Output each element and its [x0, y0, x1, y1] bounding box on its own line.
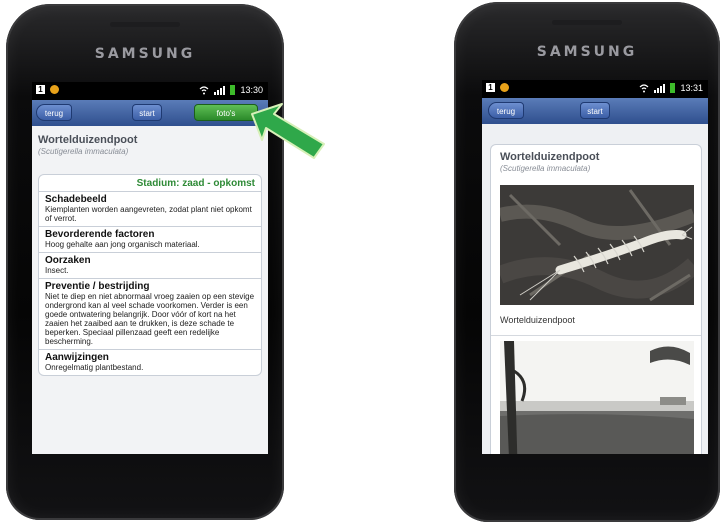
signal-icon: [654, 83, 666, 93]
toolbar: terug start: [482, 98, 708, 124]
species-title: Wortelduizendpoot: [38, 134, 138, 146]
back-button[interactable]: terug: [488, 102, 524, 119]
field-photo[interactable]: [500, 341, 694, 454]
clock: 13:30: [240, 85, 263, 95]
left-screen: 1 13:30 terug start foto's Wortelduizend…: [32, 82, 268, 454]
sim-icon: 1: [486, 83, 495, 92]
section-text: Niet te diep en niet abnormaal vroeg zaa…: [45, 292, 255, 346]
wifi-icon: [200, 85, 209, 94]
battery-icon: [230, 85, 236, 95]
status-bar: 1 13:30: [32, 82, 268, 100]
signal-icon: [214, 85, 226, 95]
section-text: Onregelmatig plantbestand.: [45, 363, 144, 372]
section-oorzaken: Oorzaken Insect.: [39, 252, 261, 278]
wifi-icon: [640, 83, 649, 92]
green-arrow-icon: [251, 103, 325, 159]
species-title: Wortelduizendpoot: [500, 151, 600, 163]
right-screen: 1 13:31 terug start Wortelduizendpoot (S…: [482, 80, 708, 454]
centipede-photo[interactable]: [500, 185, 694, 305]
photos-card: Wortelduizendpoot (Scutigerella immacula…: [490, 144, 702, 454]
brand-logo: SAMSUNG: [94, 46, 196, 62]
speaker-grille: [552, 20, 622, 25]
divider: [491, 335, 701, 336]
section-schadebeeld: Schadebeeld Kiemplanten worden aangevret…: [39, 191, 261, 226]
species-header: Wortelduizendpoot (Scutigerella immacula…: [38, 134, 137, 156]
section-text: Hoog gehalte aan jong organisch materiaa…: [45, 240, 200, 249]
toolbar: terug start foto's: [32, 100, 268, 126]
section-title: Aanwijzingen: [45, 352, 109, 363]
clock: 13:31: [680, 83, 703, 93]
detail-content: Wortelduizendpoot (Scutigerella immacula…: [32, 126, 268, 454]
species-latin-name: (Scutigerella immaculata): [500, 164, 591, 173]
battery-icon: [670, 83, 676, 93]
brand-logo: SAMSUNG: [536, 44, 638, 60]
section-title: Preventie / bestrijding: [45, 281, 150, 292]
stadium-label: Stadium: zaad - opkomst: [136, 178, 255, 189]
left-phone: SAMSUNG 1 13:30 terug start foto's Worte…: [6, 4, 284, 520]
start-button[interactable]: start: [580, 102, 610, 119]
photos-content: Wortelduizendpoot (Scutigerella immacula…: [482, 124, 708, 454]
section-aanwijzingen: Aanwijzingen Onregelmatig plantbestand.: [39, 349, 261, 375]
section-preventie: Preventie / bestrijding Niet te diep en …: [39, 278, 261, 349]
orange-notification-icon: [50, 85, 59, 94]
section-text: Kiemplanten worden aangevreten, zodat pl…: [45, 205, 252, 223]
section-title: Oorzaken: [45, 255, 91, 266]
right-phone: SAMSUNG 1 13:31 terug start Wortelduizen…: [454, 2, 720, 522]
photo-caption: Wortelduizendpoot: [500, 315, 575, 325]
section-title: Schadebeeld: [45, 194, 107, 205]
status-bar: 1 13:31: [482, 80, 708, 98]
orange-notification-icon: [500, 83, 509, 92]
info-card: Stadium: zaad - opkomst Schadebeeld Kiem…: [38, 174, 262, 376]
section-bevorderende-factoren: Bevorderende factoren Hoog gehalte aan j…: [39, 226, 261, 252]
section-title: Bevorderende factoren: [45, 229, 155, 240]
speaker-grille: [110, 22, 180, 27]
start-button[interactable]: start: [132, 104, 162, 121]
back-button[interactable]: terug: [36, 104, 72, 121]
species-latin-name: (Scutigerella immaculata): [38, 147, 129, 156]
sim-icon: 1: [36, 85, 45, 94]
section-text: Insect.: [45, 266, 69, 275]
